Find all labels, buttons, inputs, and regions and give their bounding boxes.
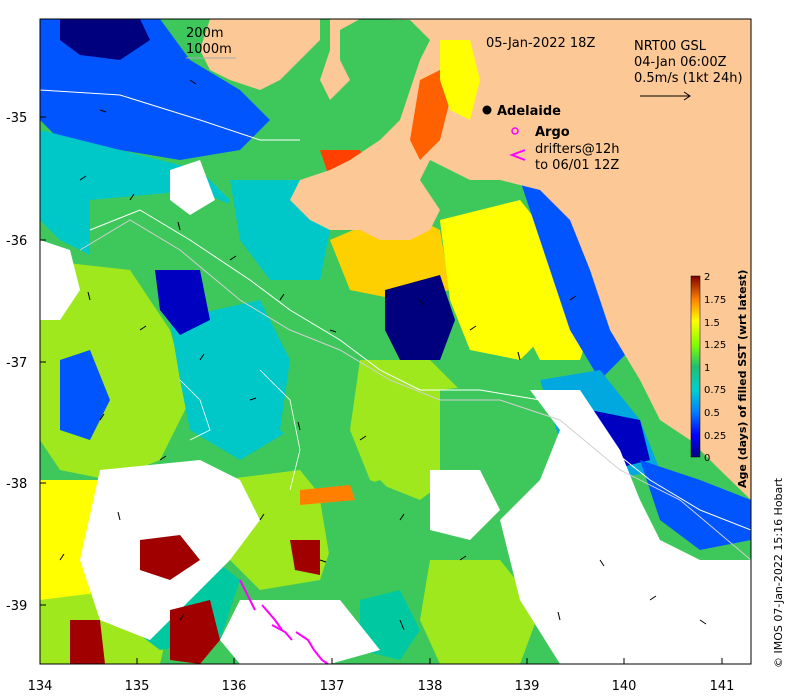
colorbar-tick: 0.75 [704, 385, 726, 396]
y-tick-label: -35 [6, 111, 27, 126]
credit-text: © IMOS 07-Jan-2022 15:16 Hobart [772, 477, 785, 668]
depth-1000-label: 1000m [186, 42, 232, 57]
x-tick-label: 137 [320, 679, 345, 694]
colorbar-tick: 0 [704, 453, 710, 464]
vector-scale-label: 0.5m/s (1kt 24h) [634, 71, 743, 86]
drifters-label-1: drifters@12h [535, 142, 620, 157]
x-tick-label: 138 [418, 679, 443, 694]
colorbar-tick: 0.25 [704, 431, 726, 442]
current-source-label: NRT00 GSL [634, 39, 707, 54]
y-tick-label: -37 [6, 356, 27, 371]
date-label: 05-Jan-2022 18Z [486, 36, 595, 51]
argo-label: Argo [535, 125, 570, 140]
sst-age-map: 200m 1000m 05-Jan-2022 18Z NRT00 GSL 04-… [6, 18, 785, 694]
y-tick-label: -36 [6, 234, 27, 249]
x-tick-label: 135 [125, 679, 150, 694]
x-tick-label: 141 [710, 679, 735, 694]
colorbar-tick: 1.75 [704, 295, 726, 306]
colorbar-title: Age (days) of filled SST (wrt latest) [736, 270, 749, 488]
colorbar-tick: 1.5 [704, 318, 720, 329]
x-tick-label: 134 [28, 679, 53, 694]
colorbar-tick: 1 [704, 363, 710, 374]
y-tick-label: -38 [6, 477, 27, 492]
adelaide-marker [482, 105, 492, 115]
y-tick-label: -39 [6, 599, 27, 614]
colorbar-tick: 1.25 [704, 340, 726, 351]
current-time-label: 04-Jan 06:00Z [634, 55, 727, 70]
colorbar-tick: 2 [704, 272, 710, 283]
x-tick-label: 140 [612, 679, 637, 694]
x-tick-label: 139 [515, 679, 540, 694]
colorbar-tick: 0.5 [704, 408, 720, 419]
drifters-label-2: to 06/01 12Z [535, 158, 619, 173]
x-tick-label: 136 [222, 679, 247, 694]
map-field [40, 19, 751, 664]
depth-200-label: 200m [186, 26, 223, 41]
adelaide-label: Adelaide [497, 104, 561, 119]
